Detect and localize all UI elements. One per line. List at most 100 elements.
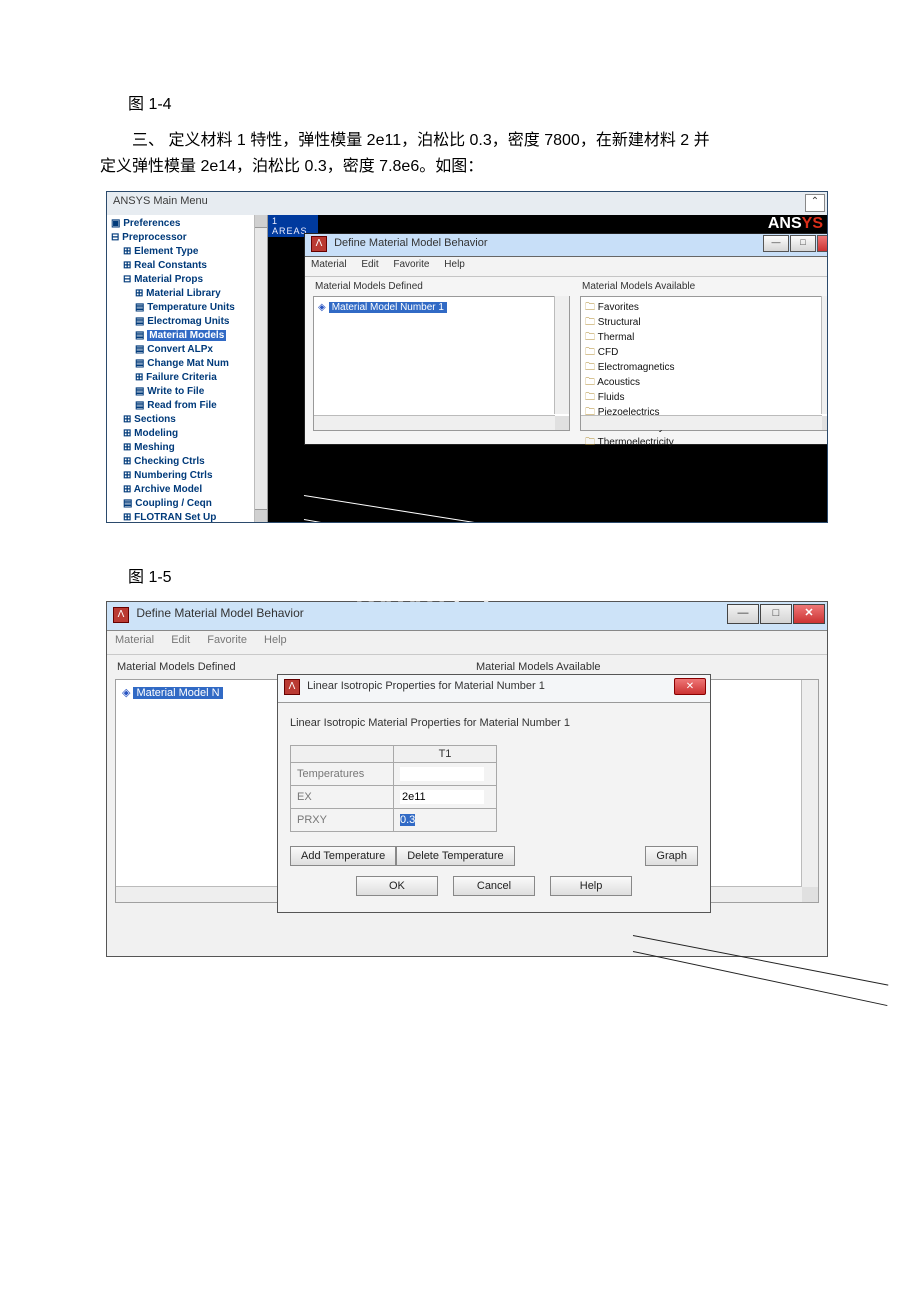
- define-material-title-text-2: Define Material Model Behavior: [136, 606, 303, 620]
- material-item-icon: ◈: [122, 687, 130, 699]
- menu-edit[interactable]: Edit: [361, 259, 378, 270]
- tree-real-constants[interactable]: Real Constants: [111, 259, 267, 273]
- tree-meshing[interactable]: Meshing: [111, 441, 267, 455]
- main-menu-titlebar: ANSYS Main Menu ⌃: [107, 192, 827, 216]
- tree-archive-model[interactable]: Archive Model: [111, 483, 267, 497]
- ansys-app-icon: Λ: [284, 679, 300, 695]
- col-t1-header: T1: [394, 746, 497, 763]
- avail-structural[interactable]: Structural: [598, 317, 641, 328]
- cancel-button[interactable]: Cancel: [453, 876, 535, 896]
- tree-material-props[interactable]: Material Props: [111, 273, 267, 287]
- liso-value-table: T1 Temperatures EX PRXY: [290, 745, 497, 832]
- tree-read-from-file[interactable]: Read from File: [111, 399, 267, 413]
- ansys-logo: ANSYS: [768, 215, 823, 233]
- tree-numbering-ctrls[interactable]: Numbering Ctrls: [111, 469, 267, 483]
- menu-material[interactable]: Material: [311, 259, 347, 270]
- row-prxy-label: PRXY: [291, 809, 394, 832]
- avail-thermoelectricity[interactable]: Thermoelectricity: [598, 437, 674, 448]
- list-scrollbar-horizontal[interactable]: [314, 415, 555, 430]
- avail-fluids[interactable]: Fluids: [598, 392, 625, 403]
- folder-icon: 🗀: [585, 392, 595, 403]
- folder-icon: 🗀: [585, 347, 595, 358]
- avail-thermal[interactable]: Thermal: [598, 332, 635, 343]
- main-menu-title-text: ANSYS Main Menu: [113, 195, 208, 207]
- tree-write-to-file[interactable]: Write to File: [111, 385, 267, 399]
- tree-modeling[interactable]: Modeling: [111, 427, 267, 441]
- close-icon[interactable]: ✕: [793, 604, 825, 624]
- menu-material-2[interactable]: Material: [115, 634, 154, 646]
- folder-icon: 🗀: [585, 332, 595, 343]
- list-scrollbar-horizontal[interactable]: [581, 415, 822, 430]
- avail-acoustics[interactable]: Acoustics: [597, 377, 640, 388]
- maximize-icon[interactable]: □: [790, 235, 816, 252]
- tree-coupling-ceqn[interactable]: Coupling / Ceqn: [111, 497, 267, 511]
- folder-icon: 🗀: [585, 377, 595, 388]
- tree-preprocessor[interactable]: Preprocessor: [111, 231, 267, 245]
- row-ex-label: EX: [291, 786, 394, 809]
- ansys-app-icon: Λ: [311, 236, 327, 252]
- menu-edit-2[interactable]: Edit: [171, 634, 190, 646]
- add-temperature-button[interactable]: Add Temperature: [290, 846, 396, 866]
- main-menu-collapse-icon[interactable]: ⌃: [805, 194, 825, 212]
- material-model-1-partial[interactable]: Material Model N: [133, 687, 222, 699]
- tree-convert-alpx[interactable]: Convert ALPx: [111, 343, 267, 357]
- help-button[interactable]: Help: [550, 876, 632, 896]
- tree-sections[interactable]: Sections: [111, 413, 267, 427]
- tree-material-library[interactable]: Material Library: [111, 287, 267, 301]
- figure-caption-1-4: 图 1-4: [128, 90, 820, 114]
- body-text-line-2: 定义弹性模量 2e14，泊松比 0.3，密度 7.8e6。如图：: [100, 154, 820, 180]
- maximize-icon[interactable]: □: [760, 604, 792, 624]
- material-model-1[interactable]: Material Model Number 1: [329, 302, 447, 313]
- screenshot-linear-isotropic: WWW.bdocx.com Λ Define Material Model Be…: [106, 601, 828, 957]
- models-available-label: Material Models Available: [580, 281, 827, 296]
- liso-heading: Linear Isotropic Material Properties for…: [290, 717, 698, 729]
- minimize-icon[interactable]: —: [727, 604, 759, 624]
- tree-failure-criteria[interactable]: Failure Criteria: [111, 371, 267, 385]
- list-scrollbar-vertical[interactable]: [801, 680, 818, 887]
- tree-preferences[interactable]: Preferences: [111, 217, 267, 231]
- graph-button[interactable]: Graph: [645, 846, 698, 866]
- define-material-titlebar-2[interactable]: Λ Define Material Model Behavior — □ ✕: [107, 602, 827, 631]
- tree-flotran-setup[interactable]: FLOTRAN Set Up: [111, 511, 267, 522]
- tree-electromag-units[interactable]: Electromag Units: [111, 315, 267, 329]
- ex-input[interactable]: [400, 790, 484, 804]
- prxy-input[interactable]: 0.3: [400, 814, 415, 826]
- models-available-list[interactable]: 🗀 Favorites 🗀 Structural 🗀 Thermal 🗀 CFD…: [580, 296, 827, 431]
- tree-change-mat-num[interactable]: Change Mat Num: [111, 357, 267, 371]
- avail-favorites[interactable]: Favorites: [598, 302, 639, 313]
- scrollbar-corner: [555, 416, 569, 430]
- figure-caption-1-5: 图 1-5: [128, 563, 820, 587]
- menu-help[interactable]: Help: [444, 259, 465, 270]
- define-material-menu[interactable]: Material Edit Favorite Help: [305, 257, 827, 277]
- ok-button[interactable]: OK: [356, 876, 438, 896]
- minimize-icon[interactable]: —: [763, 235, 789, 252]
- folder-icon: 🗀: [585, 437, 595, 448]
- temperatures-input[interactable]: [400, 767, 484, 781]
- liso-titlebar[interactable]: Λ Linear Isotropic Properties for Materi…: [278, 675, 710, 703]
- tree-checking-ctrls[interactable]: Checking Ctrls: [111, 455, 267, 469]
- close-icon[interactable]: ✕: [674, 678, 706, 695]
- delete-temperature-button[interactable]: Delete Temperature: [396, 846, 514, 866]
- menu-favorite[interactable]: Favorite: [393, 259, 429, 270]
- screenshot-main-menu: ANSYS Main Menu ⌃ Preferences Preprocess…: [106, 191, 828, 523]
- define-material-title-text: Define Material Model Behavior: [334, 237, 487, 249]
- avail-electromagnetics[interactable]: Electromagnetics: [598, 362, 675, 373]
- main-menu-tree[interactable]: Preferences Preprocessor Element Type Re…: [107, 215, 268, 522]
- folder-icon: 🗀: [585, 362, 595, 373]
- close-icon[interactable]: ✕: [817, 235, 827, 252]
- models-defined-list[interactable]: ◈Material Model Number 1: [313, 296, 570, 431]
- model-edge-line: [304, 519, 827, 522]
- models-defined-label: Material Models Defined: [313, 281, 570, 296]
- body-text-line-1: 三、 定义材料 1 特性，弹性模量 2e11，泊松比 0.3，密度 7800，在…: [100, 128, 820, 154]
- list-scrollbar-vertical[interactable]: [554, 296, 569, 414]
- menu-favorite-2[interactable]: Favorite: [207, 634, 247, 646]
- menu-help-2[interactable]: Help: [264, 634, 287, 646]
- tree-temperature-units[interactable]: Temperature Units: [111, 301, 267, 315]
- list-scrollbar-vertical[interactable]: [821, 296, 827, 414]
- define-material-menu-2[interactable]: Material Edit Favorite Help: [107, 631, 827, 655]
- tree-scrollbar[interactable]: [254, 215, 267, 522]
- tree-material-models[interactable]: Material Models: [111, 329, 267, 343]
- define-material-titlebar[interactable]: Λ Define Material Model Behavior — □ ✕: [305, 234, 827, 257]
- tree-element-type[interactable]: Element Type: [111, 245, 267, 259]
- avail-cfd[interactable]: CFD: [598, 347, 619, 358]
